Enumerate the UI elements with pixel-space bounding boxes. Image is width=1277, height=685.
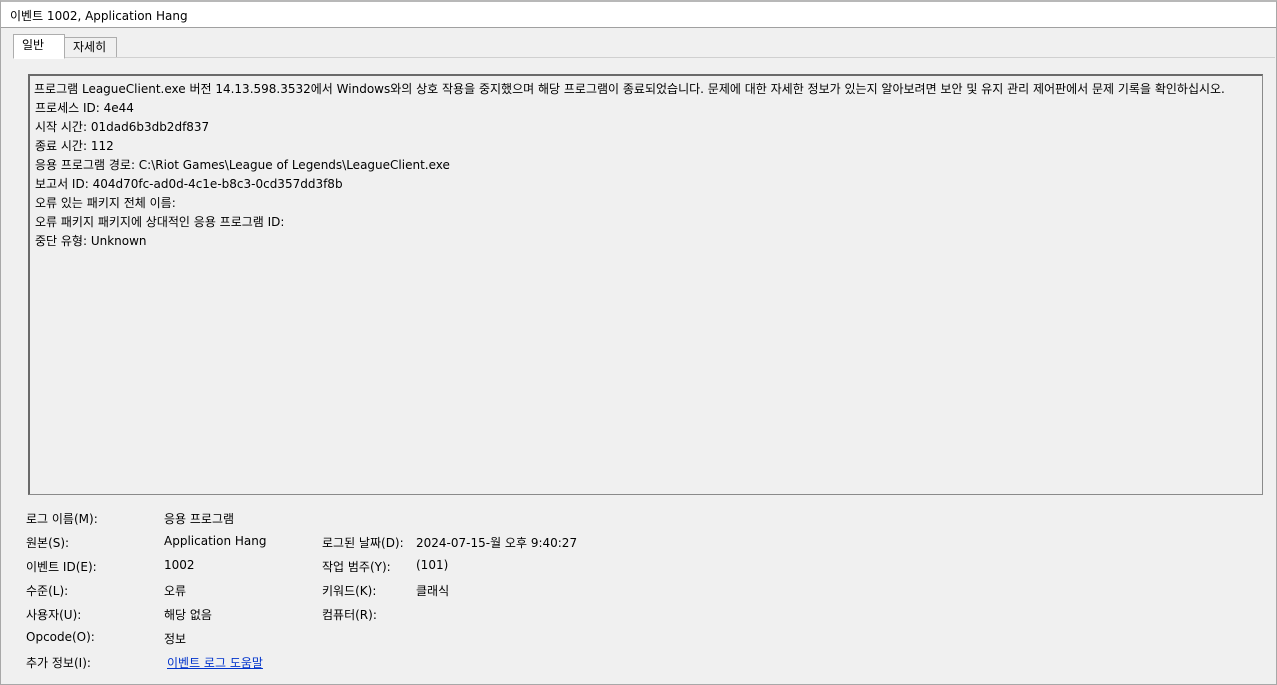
description-line-process-id: 프로세스 ID: 4e44 <box>35 101 134 115</box>
description-line-hang-type: 중단 유형: Unknown <box>35 234 147 248</box>
event-description-box[interactable]: 프로그램 LeagueClient.exe 버전 14.13.598.3532에… <box>28 74 1263 495</box>
source-label: 원본(S): <box>26 536 70 550</box>
logged-value: 2024-07-15-월 오후 9:40:27 <box>416 536 578 550</box>
user-value: 해당 없음 <box>164 608 212 622</box>
general-panel: 프로그램 LeagueClient.exe 버전 14.13.598.3532에… <box>13 57 1275 683</box>
tab-general[interactable]: 일반 <box>13 34 65 59</box>
user-label: 사용자(U): <box>26 608 82 622</box>
level-label: 수준(L): <box>26 584 69 598</box>
keywords-value: 클래식 <box>416 584 450 598</box>
description-line-report-id: 보고서 ID: 404d70fc-ad0d-4c1e-b8c3-0cd357dd… <box>35 177 343 191</box>
level-value: 오류 <box>164 584 187 598</box>
event-id-value: 1002 <box>164 558 195 572</box>
computer-label: 컴퓨터(R): <box>322 608 377 622</box>
log-name-value: 응용 프로그램 <box>164 512 235 526</box>
window-title: 이벤트 1002, Application Hang <box>10 9 188 23</box>
prop-row-event-id: 이벤트 ID(E): 1002 작업 범주(Y): (101) <box>26 558 726 582</box>
description-line-start-time: 시작 시간: 01dad6b3db2df837 <box>35 120 210 134</box>
description-line-app-path: 응용 프로그램 경로: C:\Riot Games\League of Lege… <box>35 158 450 172</box>
opcode-value: 정보 <box>164 632 187 646</box>
prop-row-more-info: 추가 정보(I): 이벤트 로그 도움말 <box>26 654 726 678</box>
description-line-package-app-id: 오류 패키지 패키지에 상대적인 응용 프로그램 ID: <box>35 215 285 229</box>
tab-details[interactable]: 자세히 <box>64 37 117 58</box>
event-description-text: 프로그램 LeagueClient.exe 버전 14.13.598.3532에… <box>34 80 1256 251</box>
task-category-label: 작업 범주(Y): <box>322 560 391 574</box>
log-name-label: 로그 이름(M): <box>26 512 98 526</box>
event-log-help-link[interactable]: 이벤트 로그 도움말 <box>167 654 263 671</box>
logged-label: 로그된 날짜(D): <box>322 536 404 550</box>
prop-row-log-name: 로그 이름(M): 응용 프로그램 <box>26 510 726 534</box>
task-category-value: (101) <box>416 558 449 572</box>
more-info-label: 추가 정보(I): <box>26 656 91 670</box>
prop-row-source: 원본(S): Application Hang 로그된 날짜(D): 2024-… <box>26 534 726 558</box>
event-id-label: 이벤트 ID(E): <box>26 560 97 574</box>
event-properties-window: 이벤트 1002, Application Hang 일반 자세히 프로그램 L… <box>0 0 1277 685</box>
prop-row-opcode: Opcode(O): 정보 <box>26 630 726 654</box>
title-bar: 이벤트 1002, Application Hang <box>1 2 1276 28</box>
prop-row-user: 사용자(U): 해당 없음 컴퓨터(R): <box>26 606 726 630</box>
description-line-package-name: 오류 있는 패키지 전체 이름: <box>35 196 176 210</box>
description-paragraph: 프로그램 LeagueClient.exe 버전 14.13.598.3532에… <box>34 82 1225 96</box>
prop-row-level: 수준(L): 오류 키워드(K): 클래식 <box>26 582 726 606</box>
keywords-label: 키워드(K): <box>322 584 377 598</box>
opcode-label: Opcode(O): <box>26 630 95 644</box>
description-line-end-time: 종료 시간: 112 <box>35 139 114 153</box>
source-value: Application Hang <box>164 534 267 548</box>
